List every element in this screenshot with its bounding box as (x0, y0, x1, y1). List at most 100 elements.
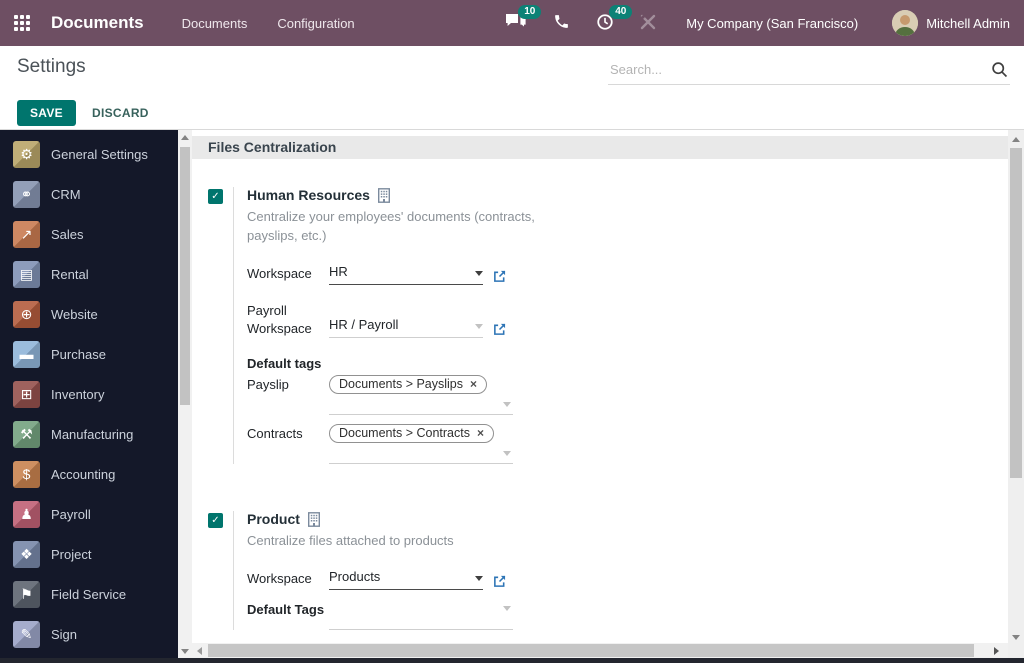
contracts-tags-input[interactable] (329, 446, 513, 465)
section-title: Files Centralization (192, 136, 1008, 159)
sidebar-item-general-settings[interactable]: ⚙ General Settings (0, 134, 178, 174)
puzzle-icon: ❖ (13, 540, 40, 568)
box-icon: ⊞ (13, 380, 40, 408)
payroll-workspace-label: Payroll Workspace (247, 302, 312, 336)
product-description: Centralize files attached to products (247, 533, 454, 549)
sidebar-item-label: Project (51, 546, 92, 562)
product-setting-pane: Product Centralize files attached to pro… (233, 511, 1008, 630)
action-buttons: SAVE DISCARD (17, 100, 161, 126)
messages-badge: 10 (518, 5, 542, 19)
sidebar-item-label: Field Service (51, 586, 127, 602)
default-tags-label: Default tags (247, 356, 322, 372)
scrollbar-thumb[interactable] (208, 644, 974, 657)
page-title: Settings (17, 56, 86, 77)
top-navbar: Documents Documents Configuration 10 40 (0, 0, 1024, 46)
scrollbar-thumb[interactable] (180, 147, 190, 405)
chevron-down-icon[interactable] (475, 270, 483, 276)
hr-description: Centralize your employees' documents (co… (247, 209, 535, 243)
menu-configuration[interactable]: Configuration (277, 16, 354, 31)
product-workspace-value: Products (329, 568, 381, 584)
product-title: Product (247, 511, 300, 528)
remove-tag-icon[interactable]: × (477, 426, 484, 440)
save-button[interactable]: SAVE (17, 100, 76, 126)
sidebar-item-label: Manufacturing (51, 426, 134, 442)
payslip-tags-input[interactable] (329, 397, 513, 416)
hr-setting-block: ✓ Human Resources Centralize your employ… (208, 187, 1008, 465)
menu-documents[interactable]: Documents (182, 16, 248, 31)
gear-icon: ⚙ (13, 140, 40, 168)
sidebar-item-rental[interactable]: ▤ Rental (0, 254, 178, 294)
sidebar-item-label: CRM (51, 186, 81, 202)
sidebar-item-purchase[interactable]: ▬ Purchase (0, 334, 178, 374)
contracts-tags-field: Documents > Contracts × (329, 424, 513, 465)
payroll-workspace-select[interactable]: HR / Payroll (329, 301, 483, 339)
window-bottom-edge (0, 658, 1024, 663)
hr-checkbox[interactable]: ✓ (208, 189, 223, 204)
documents-settings-page: Documents Documents Configuration 10 40 (0, 0, 1024, 663)
activities-button[interactable]: 40 (596, 4, 633, 34)
scroll-down-arrow[interactable] (178, 644, 192, 658)
payslip-tags-field: Documents > Payslips × (329, 375, 513, 416)
user-menu[interactable]: Mitchell Admin (926, 16, 1010, 31)
scroll-left-arrow[interactable] (192, 643, 207, 658)
product-workspace-select[interactable]: Products (329, 569, 483, 590)
tools-button[interactable] (640, 14, 656, 33)
chart-icon: ↗ (13, 220, 40, 248)
settings-main: Files Centralization ✓ Human Resources C… (192, 130, 1008, 658)
search-icon[interactable] (991, 61, 1008, 78)
sidebar-item-field-service[interactable]: ⚑ Field Service (0, 574, 178, 614)
apps-grid-icon[interactable] (14, 14, 31, 32)
sidebar-item-manufacturing[interactable]: ⚒ Manufacturing (0, 414, 178, 454)
sidebar-item-crm[interactable]: ⚭ CRM (0, 174, 178, 214)
scrollbar-thumb[interactable] (1010, 148, 1022, 478)
sidebar-item-label: Accounting (51, 466, 116, 482)
rental-card-icon: ▤ (13, 260, 40, 288)
sidebar-item-project[interactable]: ❖ Project (0, 534, 178, 574)
user-avatar[interactable] (892, 10, 919, 36)
wrench-icon: ⚒ (13, 420, 40, 448)
handshake-icon: ⚭ (13, 180, 40, 208)
horizontal-scrollbar[interactable] (192, 643, 1008, 658)
sidebar-item-website[interactable]: ⊕ Website (0, 294, 178, 334)
remove-tag-icon[interactable]: × (470, 377, 477, 391)
main-scrollbar[interactable] (1008, 130, 1024, 658)
company-switcher[interactable]: My Company (San Francisco) (686, 16, 858, 31)
chevron-down-icon[interactable] (503, 605, 511, 611)
external-link-icon[interactable] (493, 569, 506, 590)
messages-button[interactable]: 10 (505, 5, 542, 33)
product-checkbox[interactable]: ✓ (208, 513, 223, 529)
phone-button[interactable] (553, 13, 570, 33)
hr-title: Human Resources (247, 187, 370, 203)
discard-button[interactable]: DISCARD (80, 100, 161, 126)
payslip-label: Payslip (247, 377, 289, 393)
external-link-icon[interactable] (493, 301, 506, 338)
scroll-up-arrow[interactable] (1008, 132, 1024, 146)
sidebar-item-sign[interactable]: ✎ Sign (0, 614, 178, 654)
globe-icon: ⊕ (13, 300, 40, 328)
workspace-label: Workspace (247, 265, 312, 281)
chevron-down-icon[interactable] (503, 451, 511, 457)
topbar-systray: 10 40 My Company (San Francisco) Mitchel… (479, 4, 1010, 36)
sidebar-item-label: General Settings (51, 146, 148, 162)
sidebar-item-payroll[interactable]: ♟ Payroll (0, 494, 178, 534)
truck-icon: ⚑ (13, 580, 40, 608)
app-name[interactable]: Documents (51, 13, 144, 33)
sidebar-scrollbar[interactable] (178, 130, 192, 658)
sidebar-item-accounting[interactable]: $ Accounting (0, 454, 178, 494)
product-default-tags-input[interactable] (329, 600, 513, 630)
sidebar-item-inventory[interactable]: ⊞ Inventory (0, 374, 178, 414)
chevron-down-icon[interactable] (475, 575, 483, 581)
hr-setting-pane: Human Resources Centralize your employee… (233, 187, 1008, 465)
search-input[interactable] (608, 58, 1010, 85)
scroll-down-arrow[interactable] (1008, 630, 1024, 644)
chevron-down-icon[interactable] (503, 402, 511, 408)
hr-workspace-select[interactable]: HR (329, 264, 483, 285)
external-link-icon[interactable] (493, 264, 506, 285)
sidebar-item-sales[interactable]: ↗ Sales (0, 214, 178, 254)
chevron-down-icon[interactable] (475, 324, 483, 330)
scroll-up-arrow[interactable] (178, 130, 192, 144)
tag-text: Documents > Contracts (339, 426, 470, 441)
settings-sidebar: ⚙ General Settings ⚭ CRM ↗ Sales ▤ Renta… (0, 130, 178, 658)
payroll-workspace-value: HR / Payroll (329, 317, 399, 333)
scroll-right-arrow[interactable] (989, 643, 1004, 658)
